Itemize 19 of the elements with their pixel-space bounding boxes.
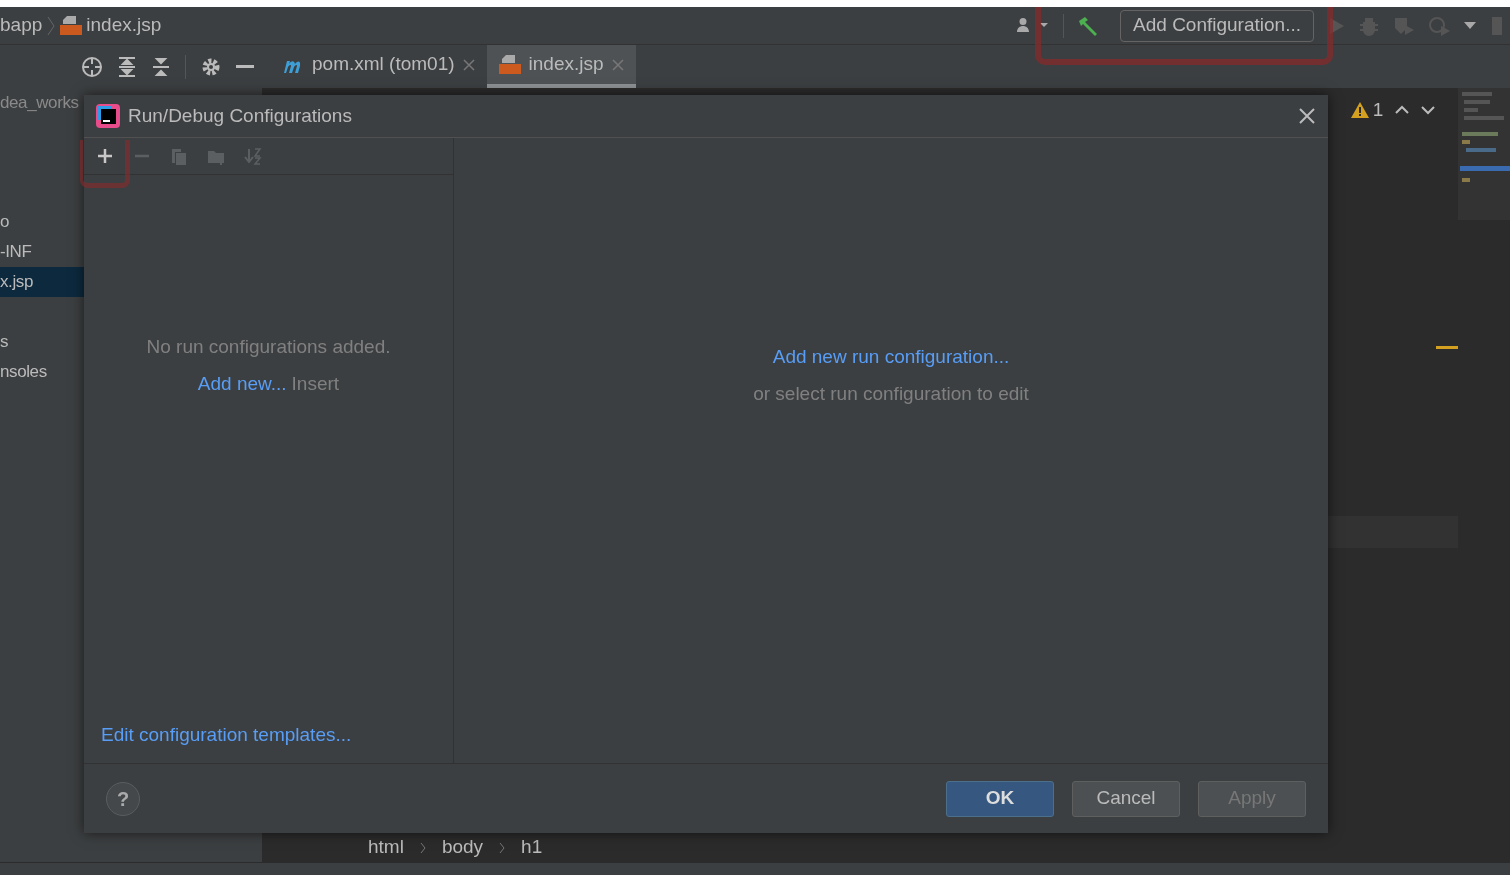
path-item[interactable]: h1 bbox=[521, 833, 543, 862]
shortcut-hint: Insert bbox=[291, 371, 340, 396]
dialog-title: Run/Debug Configurations bbox=[128, 103, 352, 128]
path-item[interactable]: body bbox=[441, 833, 484, 862]
add-run-configuration-link[interactable]: Add new run configuration... bbox=[772, 343, 1010, 372]
hint-text: or select run configuration to edit bbox=[753, 381, 1029, 406]
warning-count: 1 bbox=[1372, 98, 1384, 122]
breadcrumb-item[interactable]: bapp bbox=[0, 11, 43, 40]
editor-tab[interactable]: index.jsp bbox=[486, 45, 636, 88]
breadcrumb-item[interactable]: index.jsp bbox=[86, 11, 162, 40]
editor-tab[interactable]: pom.xml (tom01) bbox=[270, 45, 487, 88]
add-new-link[interactable]: Add new... bbox=[197, 369, 287, 398]
templates-link[interactable]: Edit configuration templates... bbox=[101, 724, 352, 745]
dialog-button[interactable]: Cancel bbox=[1072, 780, 1180, 817]
dialog-button[interactable]: OK bbox=[946, 780, 1054, 817]
path-item[interactable]: html bbox=[368, 833, 404, 862]
add-configuration-button[interactable]: Add Configuration... bbox=[1120, 9, 1314, 42]
empty-message: No run configurations added. bbox=[146, 335, 391, 359]
help-button[interactable]: ? bbox=[106, 781, 140, 816]
